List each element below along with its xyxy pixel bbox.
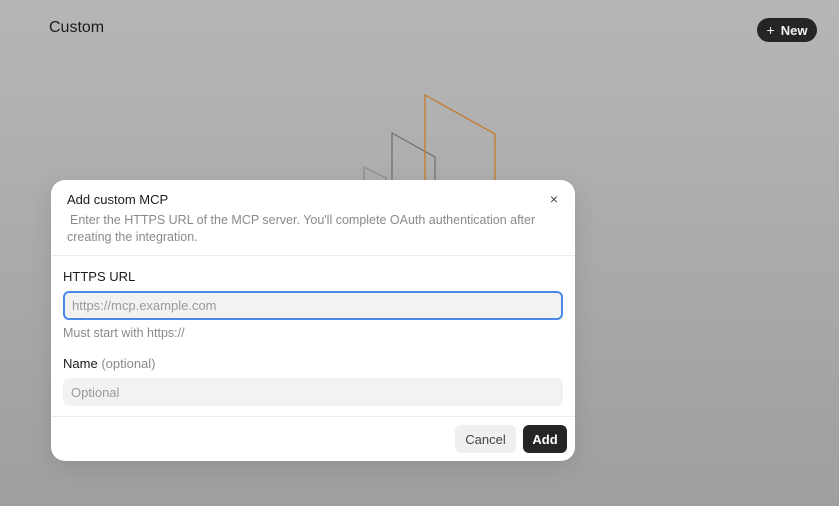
https-url-hint: Must start with https:// <box>63 326 185 340</box>
dialog-body: HTTPS URL Must start with https:// Name … <box>51 256 575 406</box>
plus-icon: + <box>766 22 775 38</box>
name-input[interactable] <box>63 378 563 406</box>
illustration-panel-middle <box>391 131 436 182</box>
empty-state-illustration <box>363 93 496 182</box>
name-optional-tag: (optional) <box>101 356 156 371</box>
dialog-header: Add custom MCP Enter the HTTPS URL of th… <box>51 180 575 256</box>
new-button-label: New <box>780 22 808 38</box>
add-custom-mcp-dialog: Add custom MCP Enter the HTTPS URL of th… <box>51 180 575 461</box>
https-url-label: HTTPS URL <box>63 269 136 284</box>
name-label: Name <box>63 356 98 371</box>
https-url-input[interactable] <box>63 291 563 320</box>
close-icon[interactable]: × <box>545 190 563 208</box>
name-label-row: Name (optional) <box>63 356 563 372</box>
dialog-footer: Cancel Add <box>51 416 575 461</box>
add-button[interactable]: Add <box>523 425 567 453</box>
page-title: Custom <box>49 19 105 36</box>
dialog-description: Enter the HTTPS URL of the MCP server. Y… <box>67 213 536 244</box>
new-button[interactable]: + New <box>757 18 817 42</box>
dialog-title: Add custom MCP <box>67 192 169 207</box>
cancel-button[interactable]: Cancel <box>455 425 516 453</box>
